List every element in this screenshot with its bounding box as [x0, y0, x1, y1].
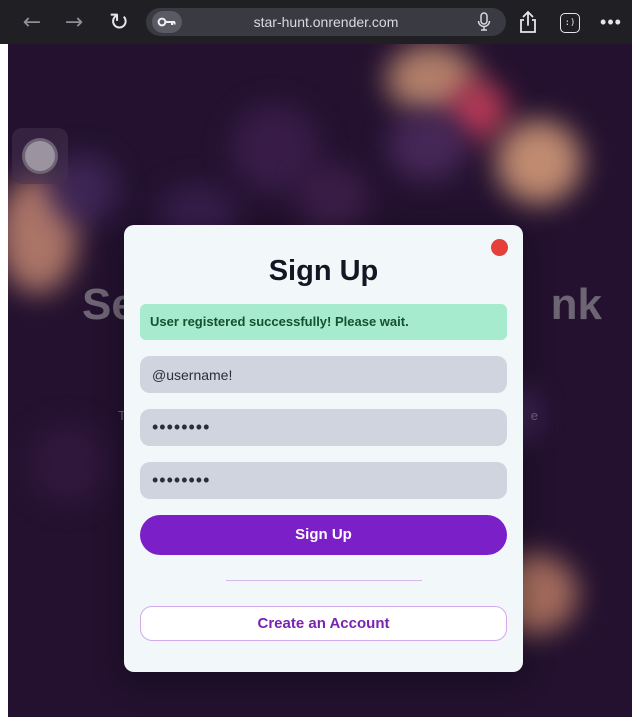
background-subtext-right: e [530, 408, 538, 423]
browser-toolbar: ← → ↻ star-hunt.onrender.com:) ••• [0, 0, 632, 44]
microphone-icon-glyph [477, 12, 491, 31]
extension-icon[interactable]: :) [560, 13, 580, 33]
confirm-password-input[interactable] [140, 462, 507, 499]
back-button[interactable]: ← [18, 0, 46, 44]
success-message: User registered successfully! Please wai… [140, 304, 507, 340]
floating-assistive-button[interactable] [12, 128, 68, 184]
bokeh-light [298, 164, 368, 234]
address-bar[interactable]: star-hunt.onrender.com [146, 8, 506, 36]
key-icon-glyph [157, 17, 176, 27]
url-text: star-hunt.onrender.com [253, 14, 399, 30]
assistive-dot-icon [25, 141, 55, 171]
bokeh-light [388, 110, 468, 180]
modal-title: Sign Up [268, 255, 379, 287]
signup-button[interactable]: Sign Up [140, 515, 507, 555]
share-icon-glyph [520, 10, 536, 33]
signup-modal: Sign Up User registered successfully! Pl… [124, 225, 523, 672]
create-account-button[interactable]: Create an Account [140, 606, 507, 641]
password-input[interactable] [140, 409, 507, 446]
forward-button[interactable]: → [60, 0, 88, 44]
key-icon[interactable] [152, 11, 182, 33]
divider [226, 580, 422, 581]
bokeh-light [28, 424, 108, 504]
bokeh-light [496, 120, 582, 204]
close-icon[interactable] [491, 239, 508, 256]
username-input[interactable] [140, 356, 507, 393]
reload-button[interactable]: ↻ [104, 0, 134, 44]
share-icon[interactable] [516, 10, 540, 34]
screen: ← → ↻ star-hunt.onrender.com:) ••• Se n… [0, 0, 632, 717]
background-heading-right: nk [550, 280, 602, 329]
more-icon[interactable]: ••• [598, 10, 624, 34]
microphone-icon[interactable] [474, 12, 494, 32]
